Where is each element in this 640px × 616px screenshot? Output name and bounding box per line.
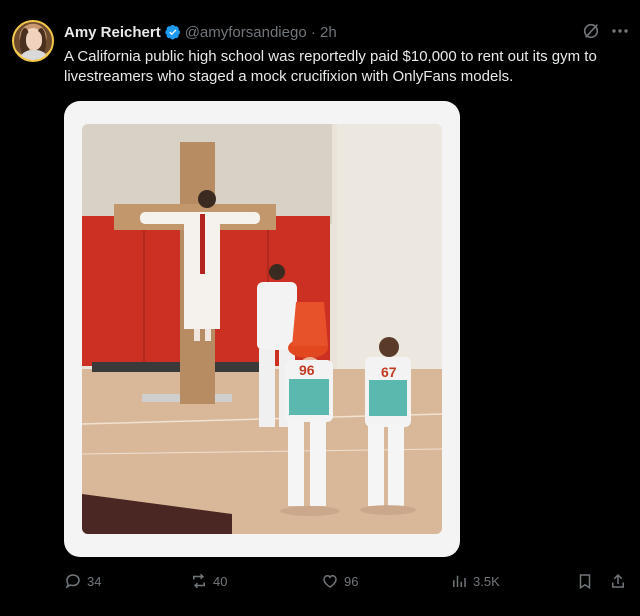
person-white-shirt: [257, 282, 297, 350]
author-name[interactable]: Amy Reichert: [64, 24, 161, 41]
bookmark-button[interactable]: [576, 570, 599, 592]
views-button[interactable]: 3.5K: [450, 570, 500, 592]
repost-icon: [193, 573, 205, 589]
top-divider: [0, 0, 640, 8]
avatar[interactable]: [12, 20, 54, 62]
views-icon: [453, 575, 466, 587]
left-jersey: [289, 379, 329, 415]
author-handle-and-time[interactable]: @amyforsandiego · 2h: [185, 24, 337, 41]
reply-count: 34: [87, 573, 102, 589]
like-count: 96: [344, 573, 359, 589]
grok-icon[interactable]: [582, 22, 600, 40]
tweet-actions: 34 40 96 3.5K: [64, 570, 630, 594]
like-icon: [323, 574, 337, 588]
avatar-shirt: [18, 50, 50, 60]
right-jersey-number: 67: [381, 364, 397, 380]
tweet-text: A California public high school was repo…: [64, 48, 597, 85]
tweet-media[interactable]: 96 67: [64, 101, 460, 557]
red-hat: [292, 302, 328, 346]
tweet-container[interactable]: Amy Reichert @amyforsandiego · 2h A Cali…: [0, 0, 640, 616]
share-button[interactable]: [609, 570, 632, 592]
repost-count: 40: [213, 573, 228, 589]
left-jersey-number: 96: [299, 362, 315, 378]
like-button[interactable]: 96: [321, 570, 358, 592]
gym-side-wall: [337, 124, 442, 374]
gym-photo: 96 67: [82, 124, 442, 534]
views-count: 3.5K: [473, 573, 500, 589]
tweet-header: Amy Reichert @amyforsandiego · 2h: [64, 21, 337, 43]
more-icon[interactable]: [609, 22, 631, 40]
reply-icon: [65, 574, 80, 589]
avatar-face: [26, 30, 42, 50]
reply-button[interactable]: 34: [64, 570, 101, 592]
gym-scene: 96 67: [82, 124, 442, 534]
share-icon: [612, 573, 624, 588]
bookmark-icon: [579, 574, 591, 590]
repost-button[interactable]: 40: [190, 570, 227, 592]
verified-badge-icon[interactable]: [165, 24, 181, 40]
right-jersey: [369, 380, 407, 416]
